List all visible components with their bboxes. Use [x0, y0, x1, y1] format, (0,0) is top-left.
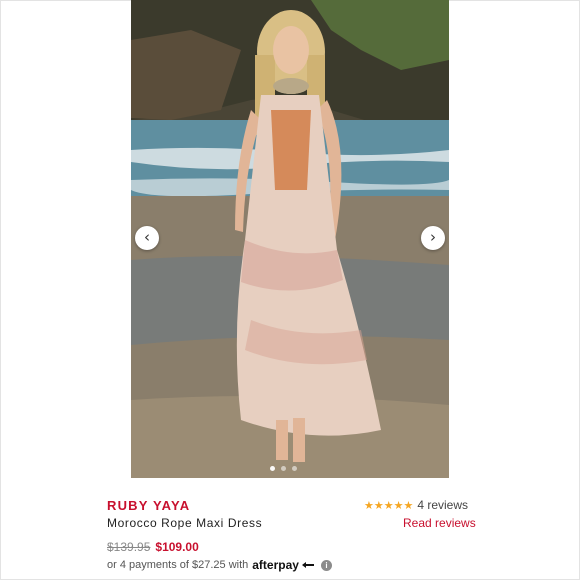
carousel-dots	[270, 466, 297, 471]
afterpay-brand: afterpay	[252, 558, 299, 572]
afterpay-mark-icon	[301, 562, 314, 568]
price-row: $139.95 $109.00	[107, 540, 199, 554]
brand-name[interactable]: RUBY YAYA	[107, 498, 190, 513]
chevron-right-icon: ›	[430, 227, 436, 246]
carousel-dot[interactable]	[292, 466, 297, 471]
product-title: Morocco Rope Maxi Dress	[107, 516, 263, 530]
original-price: $139.95	[107, 540, 151, 554]
star-icons: ★★★★★	[364, 498, 414, 512]
afterpay-text: or 4 payments of $27.25 with	[107, 559, 249, 571]
product-photo[interactable]	[131, 0, 449, 478]
reviews-count: 4 reviews	[417, 498, 468, 512]
afterpay-info: or 4 payments of $27.25 with afterpay i	[107, 558, 332, 572]
carousel-prev-button[interactable]: ‹	[135, 226, 159, 250]
chevron-left-icon: ‹	[144, 227, 150, 246]
carousel-dot[interactable]	[281, 466, 286, 471]
star-rating-icon: ★★★★★	[364, 500, 413, 511]
carousel-next-button[interactable]: ›	[421, 226, 445, 250]
rating-summary[interactable]: ★★★★★ 4 reviews	[364, 498, 468, 512]
carousel-dot[interactable]	[270, 466, 275, 471]
info-icon[interactable]: i	[320, 559, 332, 571]
sale-price: $109.00	[155, 540, 199, 554]
read-reviews-link[interactable]: Read reviews	[403, 516, 476, 530]
afterpay-logo: afterpay	[252, 558, 315, 572]
